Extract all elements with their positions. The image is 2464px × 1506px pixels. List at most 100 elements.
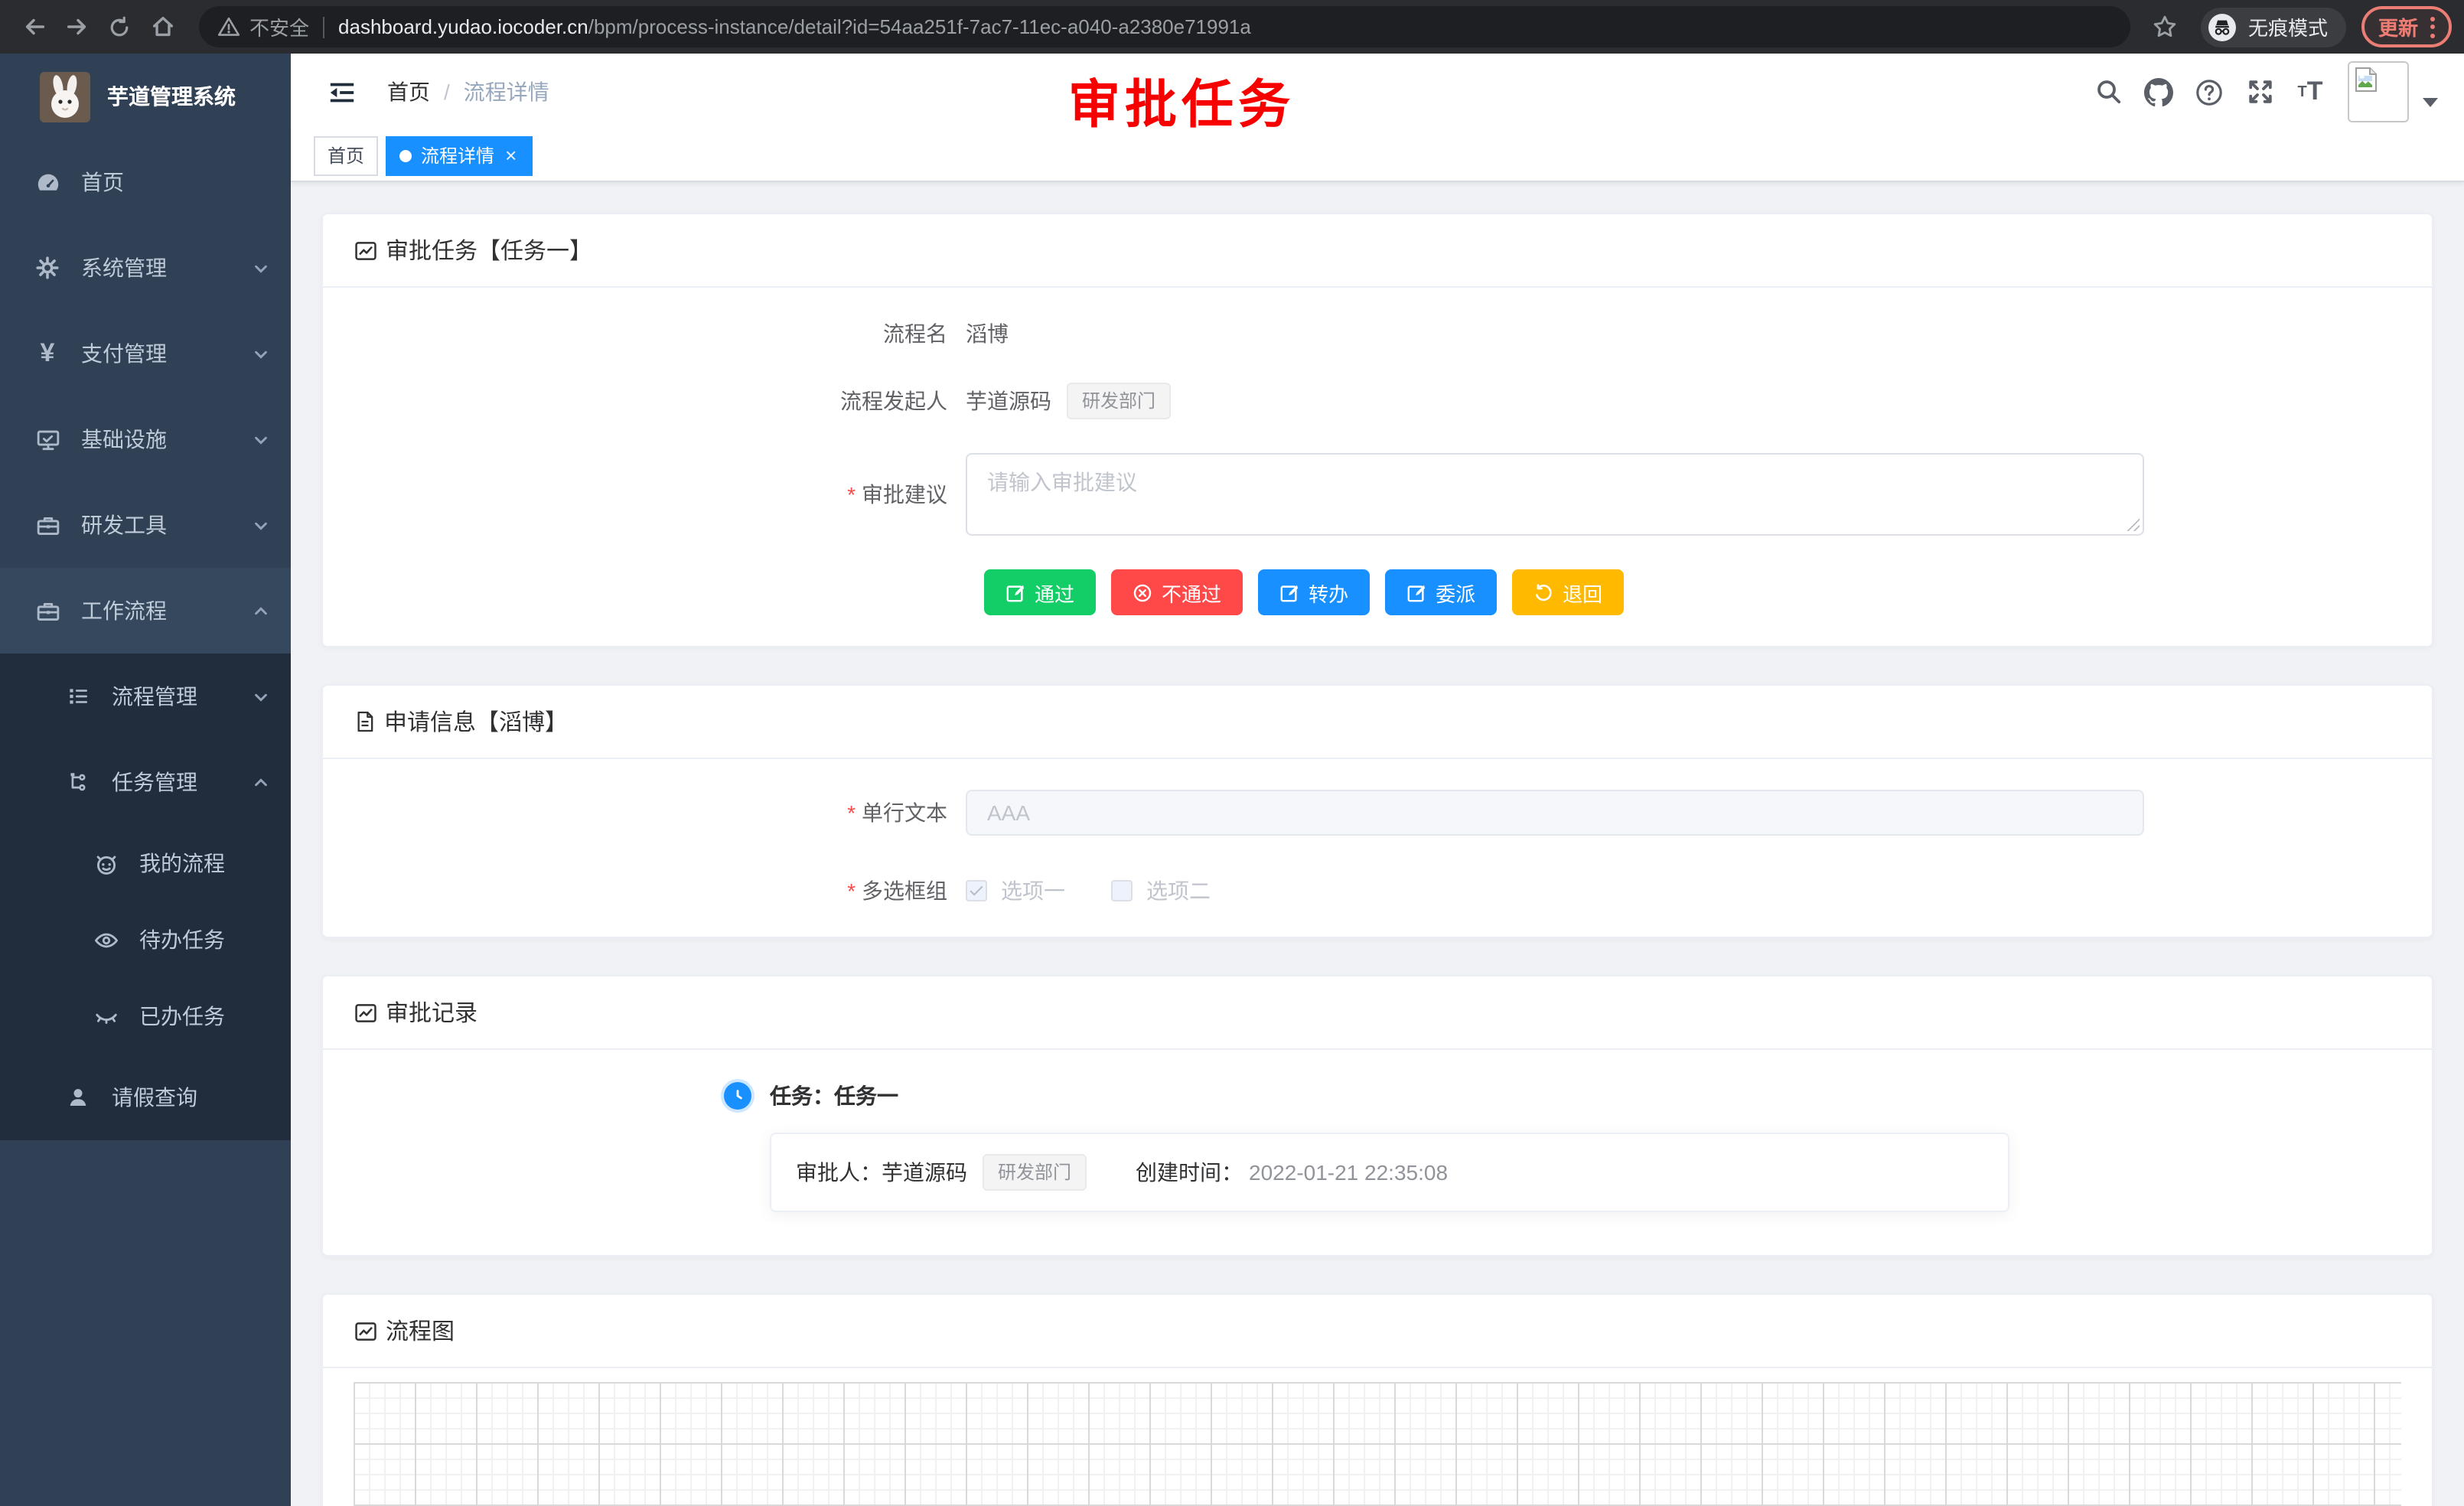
back-icon[interactable] bbox=[12, 5, 55, 48]
fullscreen-icon[interactable] bbox=[2234, 61, 2285, 122]
chevron-up-icon bbox=[253, 602, 269, 619]
sidebar-item-devtools[interactable]: 研发工具 bbox=[0, 482, 291, 568]
robot-icon bbox=[89, 850, 122, 876]
eye-open-icon bbox=[89, 927, 122, 953]
url-host: dashboard.yudao.iocoder.cn bbox=[338, 15, 588, 38]
card-body bbox=[323, 1368, 2432, 1506]
department-tag: 研发部门 bbox=[983, 1154, 1087, 1191]
sidebar-item-process-management[interactable]: 流程管理 bbox=[0, 654, 291, 739]
document-icon bbox=[354, 710, 376, 733]
circle-close-icon bbox=[1133, 582, 1152, 602]
field-label: 流程发起人 bbox=[354, 386, 966, 416]
close-icon[interactable]: × bbox=[504, 145, 518, 165]
toolbox-icon bbox=[31, 512, 64, 538]
department-tag: 研发部门 bbox=[1067, 383, 1171, 419]
list-icon bbox=[61, 684, 95, 709]
update-label: 更新 bbox=[2378, 12, 2418, 41]
avatar[interactable] bbox=[2348, 61, 2409, 122]
sidebar-item-done-tasks[interactable]: 已办任务 bbox=[0, 978, 291, 1055]
browser-menu-icon[interactable] bbox=[2430, 16, 2435, 37]
approve-button[interactable]: 通过 bbox=[984, 569, 1096, 615]
bookmark-star-icon[interactable] bbox=[2146, 7, 2185, 47]
address-divider bbox=[323, 16, 324, 37]
update-button[interactable]: 更新 bbox=[2361, 6, 2452, 47]
checkbox-option-2[interactable]: 选项二 bbox=[1111, 875, 1211, 906]
sidebar-item-workflow[interactable]: 工作流程 bbox=[0, 568, 291, 654]
tab-process-detail[interactable]: 流程详情 × bbox=[386, 135, 532, 175]
undo-icon bbox=[1533, 582, 1553, 602]
card-body: 单行文本 AAA 多选框组 选项一 bbox=[323, 759, 2432, 937]
card-body: 任务：任务一 审批人： 芋道源码 研发部门 创建时间： 2022-01-21 2… bbox=[323, 1050, 2432, 1255]
edit-icon bbox=[1279, 582, 1299, 602]
app-title: 芋道管理系统 bbox=[107, 81, 236, 112]
suggestion-textarea[interactable]: 请输入审批建议 bbox=[966, 453, 2144, 536]
forward-icon[interactable] bbox=[55, 5, 98, 48]
button-label: 委派 bbox=[1436, 578, 1475, 607]
app-logo-row[interactable]: 芋道管理系统 bbox=[0, 54, 291, 139]
bpmn-canvas[interactable] bbox=[354, 1382, 2401, 1506]
return-button[interactable]: 退回 bbox=[1512, 569, 1624, 615]
sidebar-item-infrastructure[interactable]: 基础设施 bbox=[0, 396, 291, 482]
sidebar-collapse-icon[interactable] bbox=[314, 64, 369, 119]
breadcrumb-home[interactable]: 首页 bbox=[387, 77, 430, 107]
transfer-button[interactable]: 转办 bbox=[1258, 569, 1370, 615]
card-header: 申请信息【滔博】 bbox=[323, 686, 2432, 759]
chevron-down-icon bbox=[253, 345, 269, 362]
breadcrumb-separator: / bbox=[444, 80, 450, 104]
sidebar-item-payment[interactable]: ¥ 支付管理 bbox=[0, 311, 291, 396]
checkbox-group-row: 多选框组 选项一 选项二 bbox=[354, 875, 2401, 906]
security-label[interactable]: 不安全 bbox=[249, 12, 309, 41]
workflow-submenu: 流程管理 任务管理 bbox=[0, 654, 291, 1140]
sidebar-item-task-management[interactable]: 任务管理 bbox=[0, 739, 291, 825]
checkbox-label: 选项一 bbox=[1001, 875, 1065, 906]
page-url[interactable]: dashboard.yudao.iocoder.cn/bpm/process-i… bbox=[338, 15, 1251, 38]
incognito-label: 无痕模式 bbox=[2248, 12, 2328, 41]
sidebar-item-label: 工作流程 bbox=[81, 595, 253, 626]
checkbox-option-1[interactable]: 选项一 bbox=[966, 875, 1065, 906]
sidebar-item-todo-tasks[interactable]: 待办任务 bbox=[0, 901, 291, 978]
font-size-icon[interactable]: TT bbox=[2285, 61, 2335, 122]
reject-button[interactable]: 不通过 bbox=[1111, 569, 1243, 615]
sidebar-item-leave-query[interactable]: 请假查询 bbox=[0, 1055, 291, 1140]
sidebar-item-label: 请假查询 bbox=[112, 1082, 269, 1113]
initiator-value: 芋道源码 bbox=[966, 386, 1051, 416]
tab-home[interactable]: 首页 bbox=[314, 135, 378, 175]
single-text-row: 单行文本 AAA bbox=[354, 790, 2401, 836]
chevron-up-icon bbox=[253, 774, 269, 790]
edit-icon bbox=[1005, 582, 1025, 602]
checkbox-checked-icon bbox=[966, 880, 987, 901]
app-logo bbox=[40, 71, 90, 122]
sidebar-item-my-process[interactable]: 我的流程 bbox=[0, 825, 291, 901]
tab-label: 流程详情 bbox=[421, 142, 494, 168]
clock-icon bbox=[724, 1082, 751, 1110]
chevron-down-icon bbox=[253, 431, 269, 448]
home-icon[interactable] bbox=[141, 5, 184, 48]
help-icon[interactable] bbox=[2184, 61, 2234, 122]
search-icon[interactable] bbox=[2083, 61, 2133, 122]
sidebar-item-home[interactable]: 首页 bbox=[0, 139, 291, 225]
picture-chart-icon bbox=[354, 238, 378, 262]
field-label: 多选框组 bbox=[354, 875, 966, 906]
picture-chart-icon bbox=[354, 1000, 378, 1025]
avatar-caret-icon[interactable] bbox=[2423, 98, 2438, 107]
single-text-input[interactable]: AAA bbox=[966, 790, 2144, 836]
reload-icon[interactable] bbox=[98, 5, 141, 48]
button-label: 通过 bbox=[1035, 578, 1074, 607]
delegate-button[interactable]: 委派 bbox=[1385, 569, 1497, 615]
address-bar[interactable]: 不安全 dashboard.yudao.iocoder.cn/bpm/proce… bbox=[199, 6, 2130, 47]
user-icon bbox=[61, 1085, 95, 1110]
sidebar-item-label: 基础设施 bbox=[81, 424, 253, 455]
breadcrumb: 首页 / 流程详情 bbox=[387, 77, 549, 107]
top-navbar: 首页 / 流程详情 审批任务 bbox=[291, 54, 2464, 130]
navbar-actions: TT bbox=[2083, 61, 2441, 122]
tags-view-bar: 首页 流程详情 × bbox=[291, 130, 2464, 182]
approval-task-card: 审批任务【任务一】 流程名 滔博 流程发起人 芋道源码 研发部门 bbox=[321, 213, 2433, 647]
tree-icon bbox=[61, 770, 95, 794]
edit-icon bbox=[1406, 582, 1426, 602]
field-label: 单行文本 bbox=[354, 797, 966, 828]
browser-toolbar: 不安全 dashboard.yudao.iocoder.cn/bpm/proce… bbox=[0, 0, 2464, 54]
github-icon[interactable] bbox=[2133, 61, 2184, 122]
sidebar-item-system[interactable]: 系统管理 bbox=[0, 225, 291, 311]
record-detail-card: 审批人： 芋道源码 研发部门 创建时间： 2022-01-21 22:35:08 bbox=[770, 1133, 2009, 1212]
sidebar-item-label: 任务管理 bbox=[112, 767, 253, 797]
